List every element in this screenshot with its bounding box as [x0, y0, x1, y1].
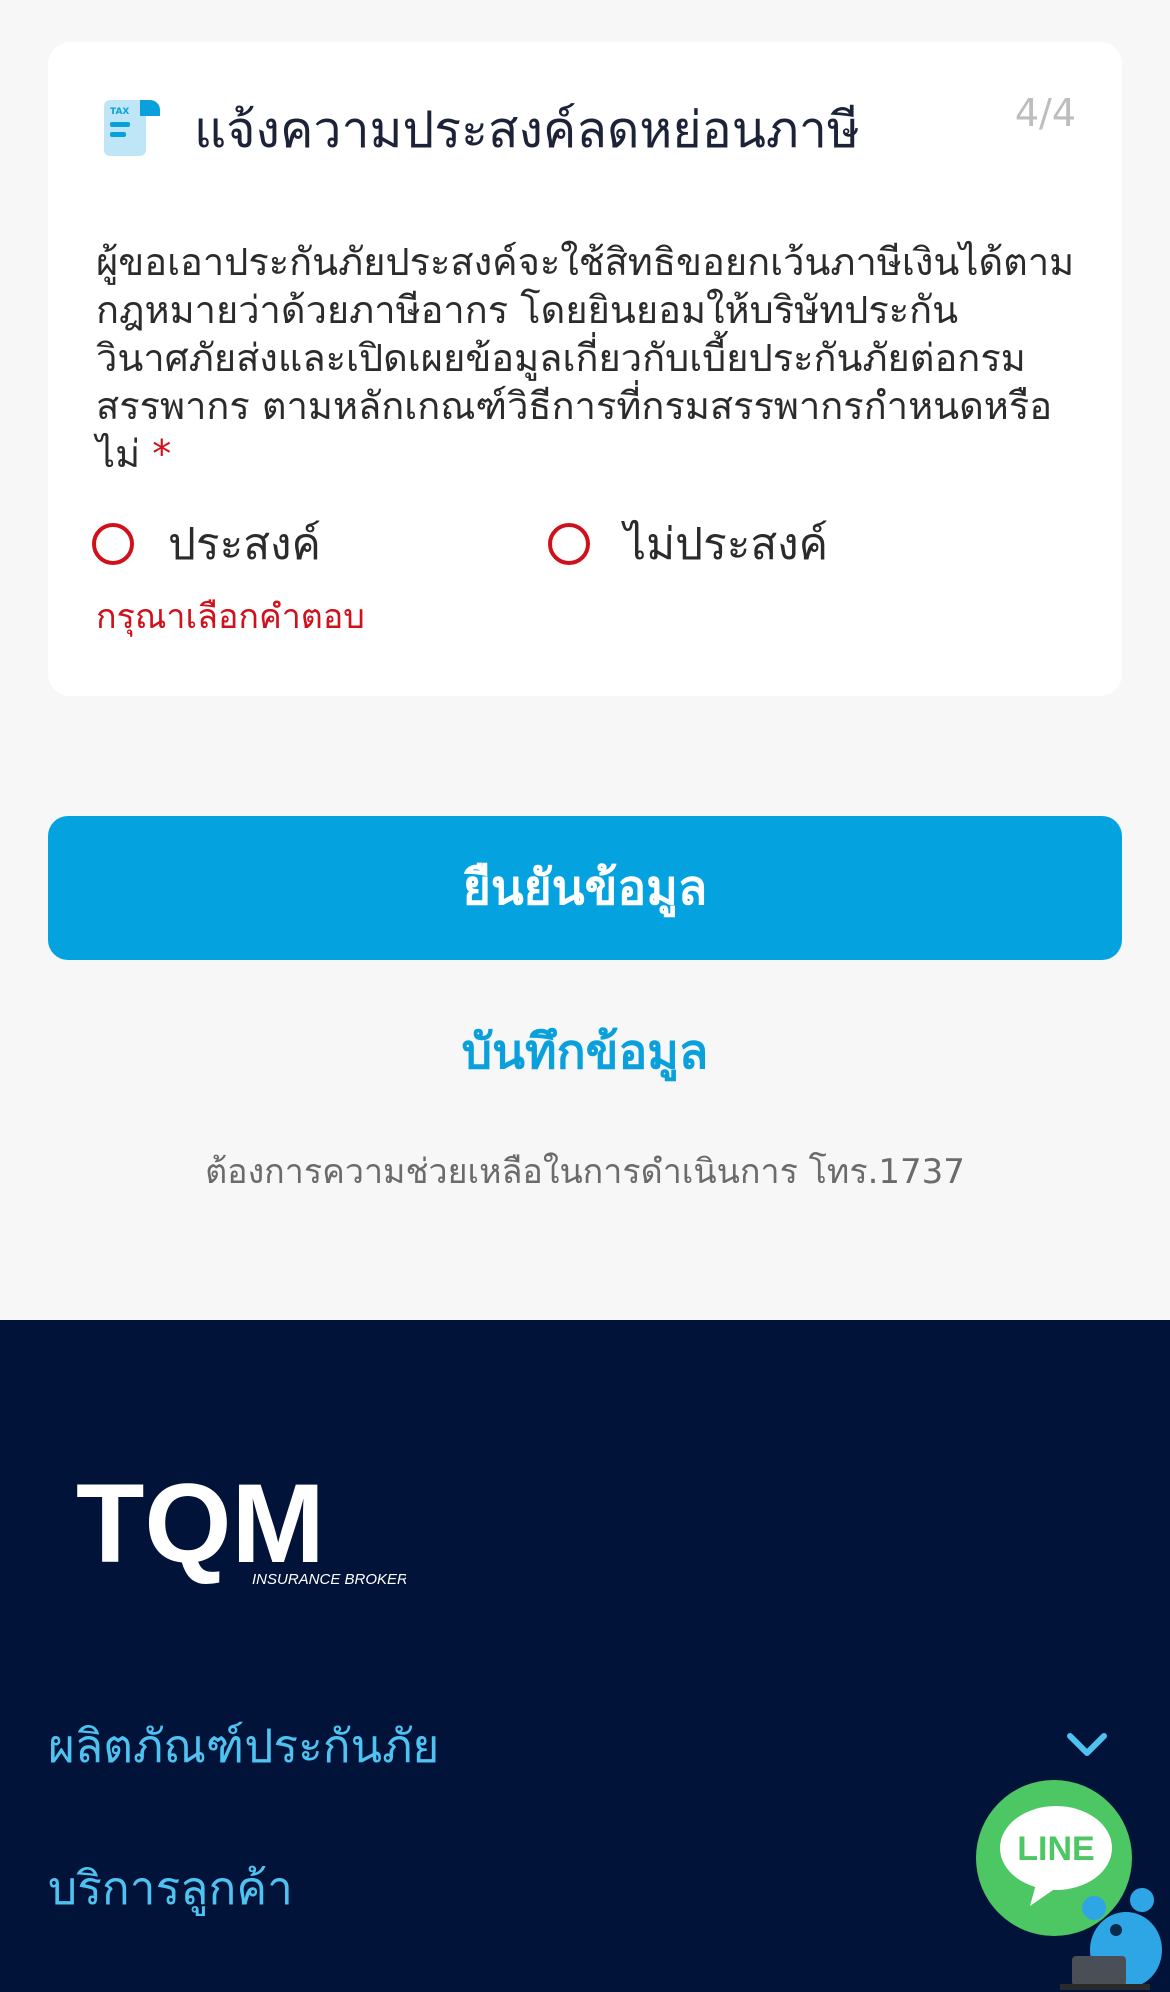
logo-subtext: INSURANCE BROKER	[252, 1571, 406, 1586]
line-chat-button[interactable]: LINE	[976, 1780, 1166, 1992]
error-message: กรุณาเลือกคำตอบ	[96, 597, 365, 637]
radio-option-decline[interactable]: ไม่ประสงค์	[548, 508, 828, 580]
tax-deduction-card: TAX แจ้งความประสงค์ลดหย่อนภาษี 4/4 ผู้ขอ…	[48, 42, 1122, 696]
card-title: แจ้งความประสงค์ลดหย่อนภาษี	[194, 101, 860, 159]
footer-item-products[interactable]: ผลิตภัณฑ์ประกันภัย	[48, 1714, 439, 1778]
radio-button-consent[interactable]	[92, 523, 134, 565]
logo-text: TQM	[76, 1466, 325, 1586]
confirm-button[interactable]: ยืนยันข้อมูล	[48, 816, 1122, 960]
required-mark: *	[152, 432, 172, 476]
tax-question: ผู้ขอเอาประกันภัยประสงค์จะใช้สิทธิขอยกเว…	[96, 238, 1096, 478]
line-label: LINE	[1017, 1830, 1094, 1868]
radio-label-decline: ไม่ประสงค์	[624, 519, 829, 570]
radio-label-consent: ประสงค์	[168, 519, 321, 570]
step-indicator: 4/4	[1014, 91, 1076, 135]
svg-text:TAX: TAX	[110, 107, 129, 117]
tqm-logo: TQM INSURANCE BROKER	[76, 1466, 406, 1586]
footer-item-customer-service[interactable]: บริการลูกค้า	[48, 1856, 293, 1920]
save-button[interactable]: บันทึกข้อมูล	[0, 1020, 1170, 1084]
question-text: ผู้ขอเอาประกันภัยประสงค์จะใช้สิทธิขอยกเว…	[96, 240, 1075, 476]
help-text: ต้องการความช่วยเหลือในการดำเนินการ โทร.1…	[205, 1152, 965, 1192]
tax-document-icon: TAX	[104, 100, 160, 156]
chevron-down-icon[interactable]	[1062, 1720, 1112, 1770]
radio-option-consent[interactable]: ประสงค์	[92, 508, 321, 580]
radio-button-decline[interactable]	[548, 523, 590, 565]
